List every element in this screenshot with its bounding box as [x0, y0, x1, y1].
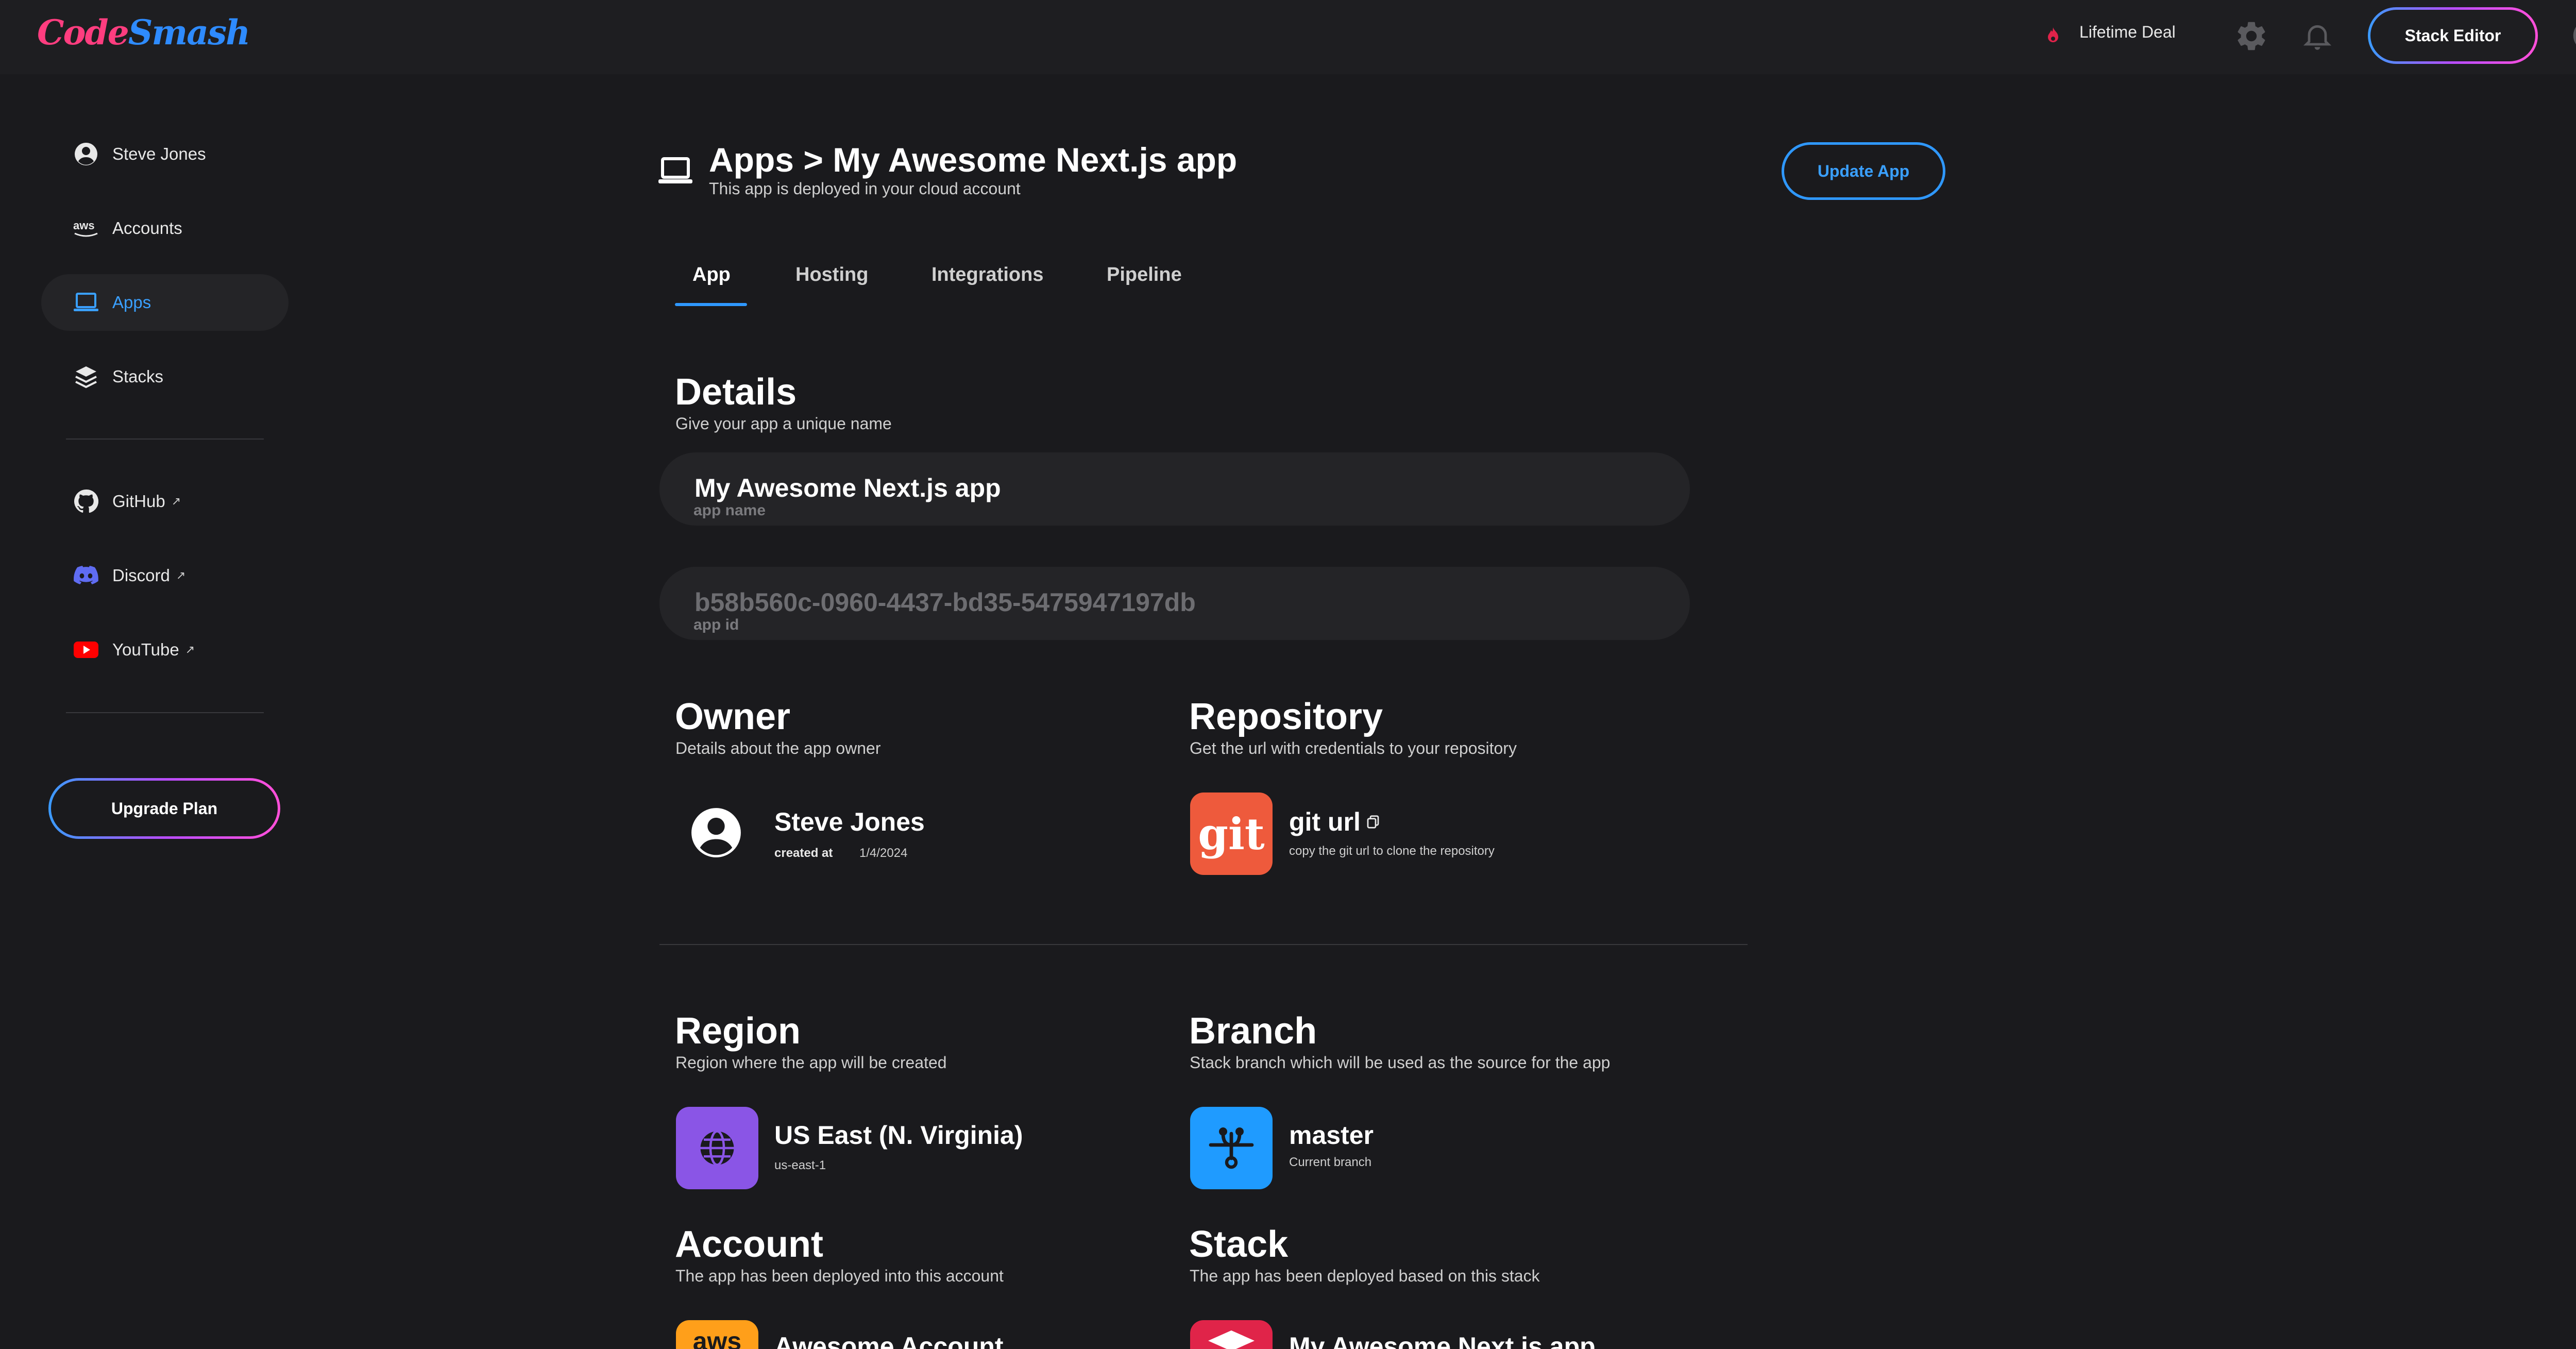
git-url-caption: copy the git url to clone the repository — [1289, 844, 1495, 858]
sidebar-divider — [66, 712, 264, 713]
section-divider — [659, 944, 1748, 945]
copy-icon[interactable] — [1365, 813, 1381, 831]
app-name-value: My Awesome Next.js app — [694, 474, 1001, 502]
details-heading: Details — [675, 372, 797, 413]
stack-editor-button[interactable]: Stack Editor — [2368, 7, 2538, 64]
sidebar-link-youtube[interactable]: YouTube ↗ — [41, 621, 289, 678]
gear-icon[interactable] — [2234, 19, 2269, 54]
sidebar-item-steve-jones[interactable]: Steve Jones — [41, 126, 289, 182]
details-subtitle: Give your app a unique name — [675, 414, 892, 433]
active-tab-indicator — [675, 303, 747, 306]
app-name-field[interactable]: My Awesome Next.js app app name — [659, 452, 1690, 526]
github-icon — [71, 486, 101, 516]
app-id-label: app id — [693, 616, 739, 633]
sidebar-item-stacks[interactable]: Stacks — [41, 348, 289, 405]
owner-subtitle: Details about the app owner — [675, 739, 881, 757]
top-bar — [0, 0, 2576, 74]
owner-heading: Owner — [675, 696, 791, 737]
laptop-icon — [658, 157, 692, 183]
page-subtitle: This app is deployed in your cloud accou… — [709, 179, 1021, 198]
upgrade-plan-button[interactable]: Upgrade Plan — [48, 778, 280, 839]
lifetime-deal-link[interactable]: Lifetime Deal — [2079, 23, 2176, 42]
sidebar-item-label: Steve Jones — [112, 144, 206, 163]
created-at-value: 1/4/2024 — [859, 846, 908, 860]
sidebar-link-label: Discord — [112, 566, 170, 585]
svg-text:aws: aws — [73, 219, 95, 232]
app-id-value: b58b560c-0960-4437-bd35-5475947197db — [694, 588, 1196, 617]
account-name: Awesome Account — [774, 1332, 1004, 1349]
repository-heading: Repository — [1189, 696, 1383, 737]
branch-icon — [1190, 1107, 1273, 1189]
region-subtitle: Region where the app will be created — [675, 1053, 947, 1072]
branch-name: master — [1289, 1121, 1374, 1150]
laptop-icon — [71, 288, 101, 317]
tab-pipeline[interactable]: Pipeline — [1107, 264, 1182, 286]
sidebar-item-label: Accounts — [112, 218, 182, 238]
owner-avatar-icon — [691, 808, 741, 857]
repository-subtitle: Get the url with credentials to your rep… — [1190, 739, 1517, 757]
flame-icon — [2048, 27, 2058, 42]
account-subtitle: The app has been deployed into this acco… — [675, 1267, 1004, 1285]
sidebar-link-discord[interactable]: Discord ↗ — [41, 547, 289, 604]
bell-icon[interactable] — [2301, 19, 2334, 54]
region-heading: Region — [675, 1010, 801, 1052]
update-app-button[interactable]: Update App — [1782, 142, 1945, 200]
stack-heading: Stack — [1189, 1224, 1289, 1265]
stack-icon — [1190, 1320, 1273, 1349]
aws-icon: aws — [71, 213, 101, 243]
external-link-icon: ↗ — [171, 495, 181, 508]
stack-name: My Awesome Next.js app — [1289, 1332, 1596, 1349]
app-name-label: app name — [693, 502, 766, 519]
account-heading: Account — [675, 1224, 823, 1265]
youtube-icon — [71, 635, 101, 665]
codesmash-logo[interactable]: CodeSmash — [37, 12, 250, 53]
sidebar-divider — [66, 439, 264, 440]
discord-icon — [71, 561, 101, 591]
tab-hosting[interactable]: Hosting — [795, 264, 868, 286]
region-code: us-east-1 — [774, 1158, 826, 1172]
sidebar-item-label: Stacks — [112, 367, 164, 386]
owner-name: Steve Jones — [774, 807, 925, 836]
stack-subtitle: The app has been deployed based on this … — [1190, 1267, 1540, 1285]
layers-icon — [71, 362, 101, 392]
sidebar-item-apps[interactable]: Apps — [41, 274, 289, 331]
sidebar-link-label: YouTube — [112, 640, 179, 659]
page-title: Apps > My Awesome Next.js app — [709, 141, 1238, 179]
branch-subtitle: Stack branch which will be used as the s… — [1190, 1053, 1611, 1072]
sidebar-link-label: GitHub — [112, 492, 165, 511]
globe-icon — [676, 1107, 758, 1189]
sidebar-item-accounts[interactable]: aws Accounts — [41, 200, 289, 257]
branch-heading: Branch — [1189, 1010, 1317, 1052]
tab-integrations[interactable]: Integrations — [931, 264, 1043, 286]
external-link-icon: ↗ — [176, 569, 186, 582]
app-id-field: b58b560c-0960-4437-bd35-5475947197db app… — [659, 567, 1690, 640]
git-url-title[interactable]: git url — [1289, 807, 1361, 837]
user-circle-icon — [71, 139, 101, 169]
aws-icon: aws — [676, 1320, 758, 1349]
git-icon: git — [1190, 792, 1273, 875]
branch-caption: Current branch — [1289, 1155, 1372, 1169]
region-name: US East (N. Virginia) — [774, 1121, 1023, 1150]
created-at-label: created at — [774, 846, 833, 860]
sidebar-item-label: Apps — [112, 293, 151, 312]
user-avatar-icon[interactable] — [2572, 19, 2576, 53]
sidebar-link-github[interactable]: GitHub ↗ — [41, 473, 289, 530]
tab-app[interactable]: App — [692, 264, 731, 286]
external-link-icon: ↗ — [185, 643, 195, 656]
